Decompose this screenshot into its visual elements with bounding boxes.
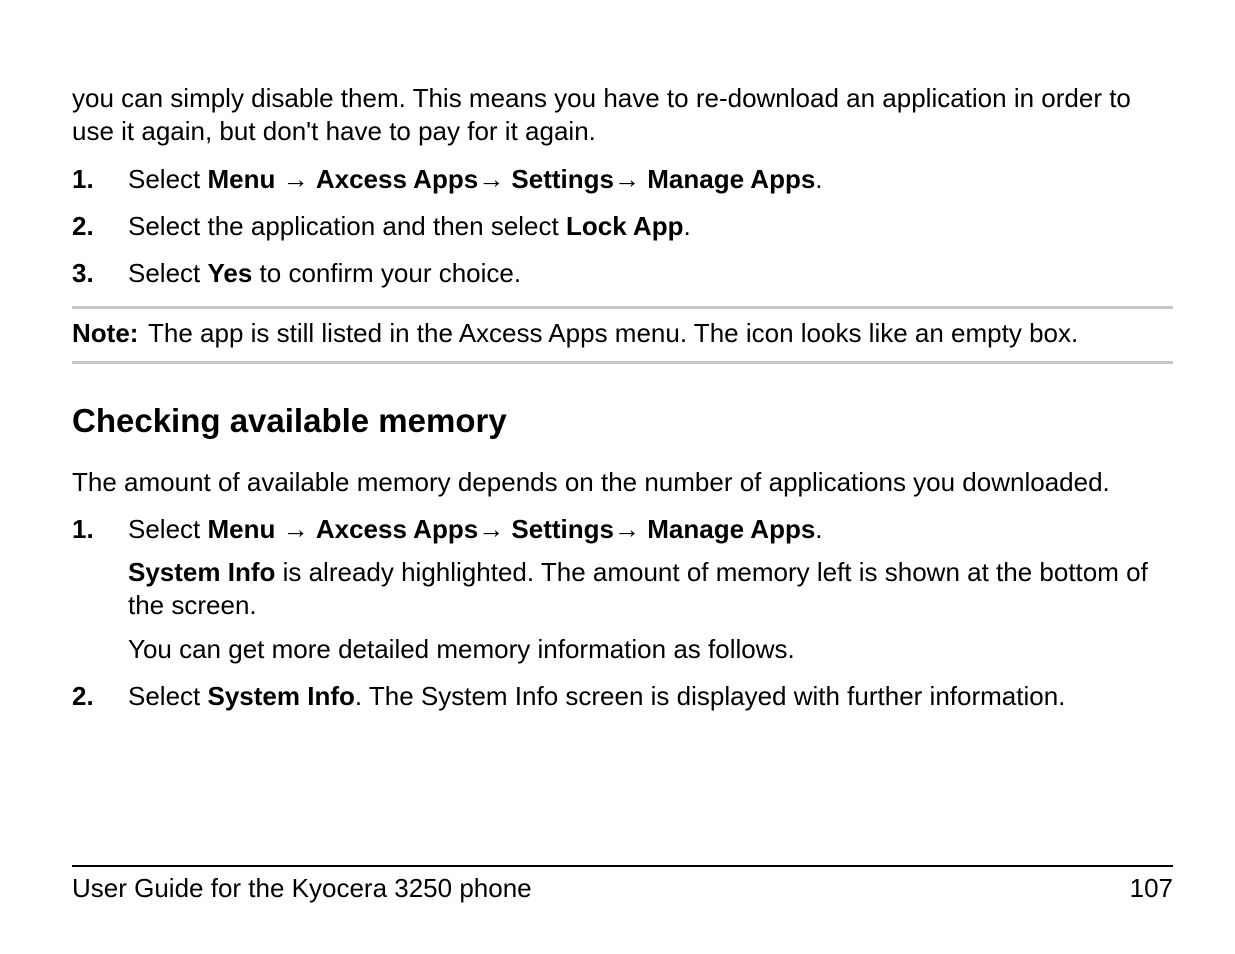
arrow-icon: → <box>275 164 315 194</box>
step-number: 3. <box>72 257 128 290</box>
note-label: Note: <box>72 317 148 350</box>
ui-label: System Info <box>208 681 355 711</box>
menu-path-item: Manage Apps <box>647 164 815 194</box>
footer-title: User Guide for the Kyocera 3250 phone <box>72 873 532 904</box>
arrow-icon: → <box>614 164 647 194</box>
note-inner: Note: The app is still listed in the Axc… <box>72 317 1173 350</box>
step-body: Select Menu → Axcess Apps→ Settings→ Man… <box>128 163 1173 196</box>
menu-path-item: Axcess Apps <box>316 514 478 544</box>
arrow-icon: → <box>614 514 647 544</box>
page-footer: User Guide for the Kyocera 3250 phone 10… <box>72 865 1173 904</box>
step-number: 2. <box>72 680 128 713</box>
step-subtext: System Info is already highlighted. The … <box>128 556 1173 623</box>
step-number: 2. <box>72 210 128 243</box>
menu-path-item: Menu <box>208 514 276 544</box>
menu-path-item: Manage Apps <box>647 514 815 544</box>
note-text: The app is still listed in the Axcess Ap… <box>148 317 1173 350</box>
step-1: 1. Select Menu → Axcess Apps→ Settings→ … <box>72 163 1173 196</box>
document-page: you can simply disable them. This means … <box>0 0 1235 954</box>
ui-label: System Info <box>128 557 275 587</box>
text: . <box>815 514 822 544</box>
menu-path-item: Settings <box>511 514 614 544</box>
menu-path-item: Menu <box>208 164 276 194</box>
section-paragraph: The amount of available memory depends o… <box>72 466 1173 499</box>
text: Select the application and then select <box>128 211 566 241</box>
menu-path-item: Settings <box>511 164 614 194</box>
step-3: 3. Select Yes to confirm your choice. <box>72 257 1173 290</box>
note-box: Note: The app is still listed in the Axc… <box>72 306 1173 363</box>
step-body: Select the application and then select L… <box>128 210 1173 243</box>
text: to confirm your choice. <box>252 258 521 288</box>
step-body: Select Menu → Axcess Apps→ Settings→ Man… <box>128 513 1173 666</box>
step-1: 1. Select Menu → Axcess Apps→ Settings→ … <box>72 513 1173 666</box>
step-2: 2. Select the application and then selec… <box>72 210 1173 243</box>
text: . The System Info screen is displayed wi… <box>355 681 1066 711</box>
text: is already highlighted. The amount of me… <box>128 557 1148 620</box>
arrow-icon: → <box>478 514 511 544</box>
page-number: 107 <box>1130 873 1173 904</box>
text: Select <box>128 681 208 711</box>
text: . <box>815 164 822 194</box>
text: . <box>683 211 690 241</box>
arrow-icon: → <box>478 164 511 194</box>
step-body: Select Yes to confirm your choice. <box>128 257 1173 290</box>
step-body: Select System Info. The System Info scre… <box>128 680 1173 713</box>
menu-path-item: Axcess Apps <box>316 164 478 194</box>
ui-label: Lock App <box>566 211 683 241</box>
steps-list-1: 1. Select Menu → Axcess Apps→ Settings→ … <box>72 163 1173 291</box>
text: Select <box>128 258 208 288</box>
steps-list-2: 1. Select Menu → Axcess Apps→ Settings→ … <box>72 513 1173 713</box>
arrow-icon: → <box>275 514 315 544</box>
intro-paragraph: you can simply disable them. This means … <box>72 82 1173 149</box>
step-2: 2. Select System Info. The System Info s… <box>72 680 1173 713</box>
text: Select <box>128 514 208 544</box>
step-subtext: You can get more detailed memory informa… <box>128 633 1173 666</box>
text: Select <box>128 164 208 194</box>
step-number: 1. <box>72 513 128 666</box>
ui-label: Yes <box>208 258 253 288</box>
section-heading: Checking available memory <box>72 402 1173 440</box>
step-number: 1. <box>72 163 128 196</box>
